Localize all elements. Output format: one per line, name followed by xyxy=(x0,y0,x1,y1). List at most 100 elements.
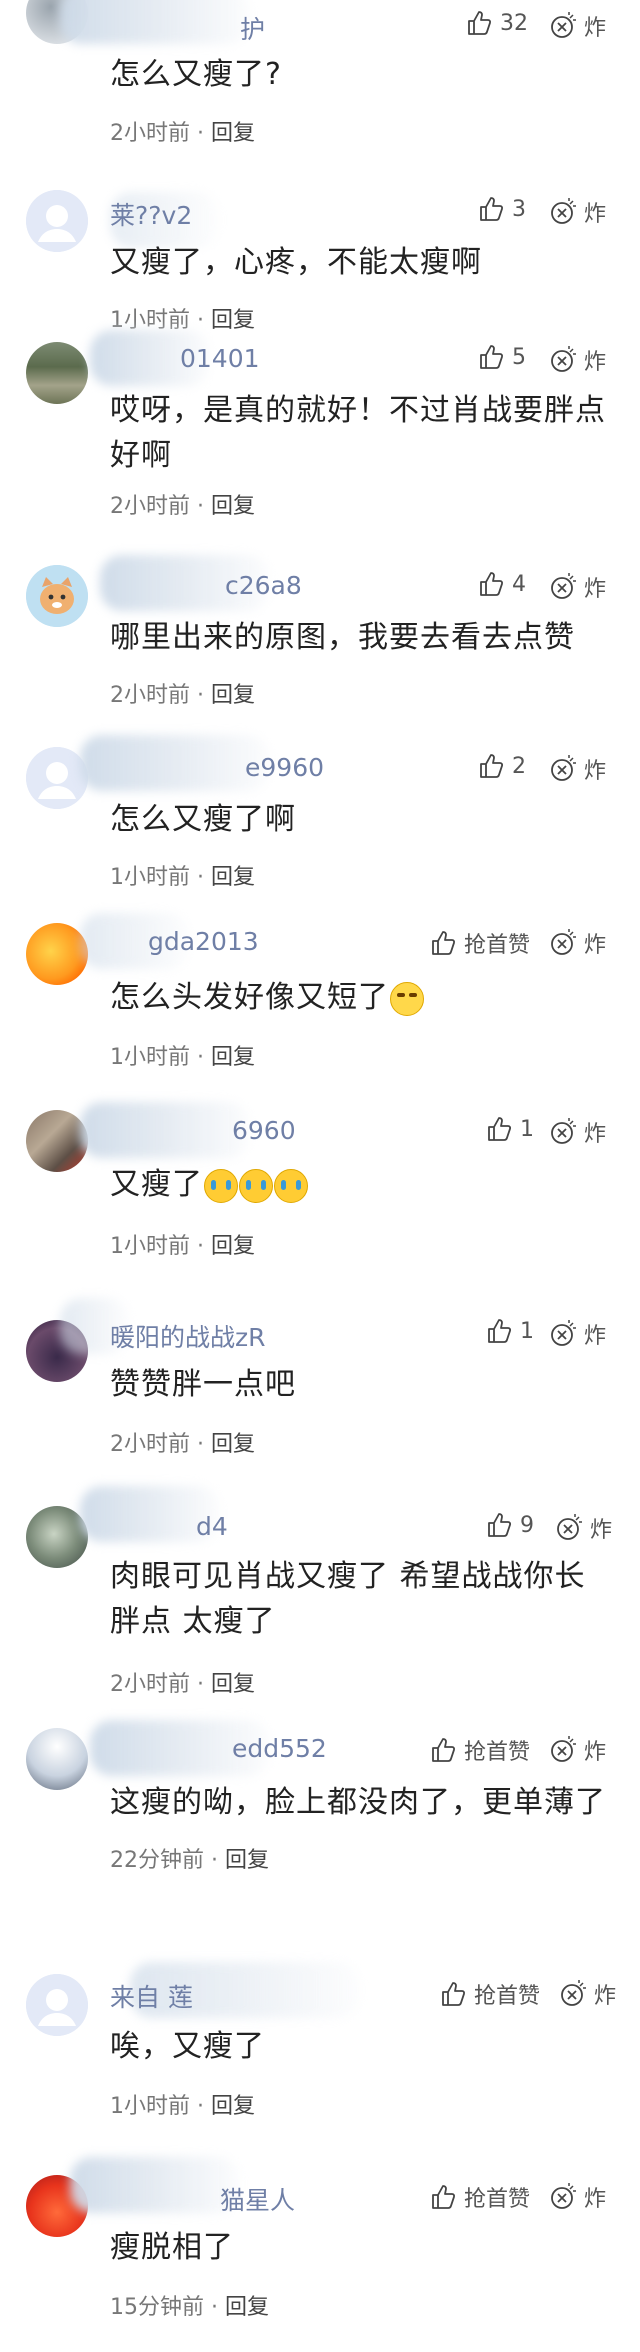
avatar[interactable] xyxy=(26,1110,88,1172)
zha-label: 炸 xyxy=(584,933,607,958)
crying-emoji-icon xyxy=(274,1168,308,1203)
zha-button[interactable]: 炸 xyxy=(550,571,606,603)
zha-button[interactable]: 炸 xyxy=(556,1512,612,1544)
username[interactable]: 01401 xyxy=(180,344,260,373)
bomb-icon xyxy=(551,1320,576,1346)
like-button[interactable]: 32 xyxy=(466,10,528,36)
like-label: 抢首赞 xyxy=(464,933,531,958)
like-button[interactable]: 3 xyxy=(478,196,526,222)
zha-button[interactable]: 炸 xyxy=(550,196,606,228)
comment-text: 又瘦了，心疼，不能太瘦啊 xyxy=(110,245,482,280)
zha-button[interactable]: 炸 xyxy=(550,927,606,959)
thumbs-up-icon xyxy=(432,1738,456,1762)
meta-separator: · xyxy=(204,2295,225,2320)
meta-separator: · xyxy=(190,121,211,146)
avatar[interactable] xyxy=(26,747,88,809)
username[interactable]: 暖阳的战战zR xyxy=(110,1318,266,1354)
avatar[interactable] xyxy=(26,1728,88,1790)
reply-button[interactable]: 回复 xyxy=(211,1432,255,1457)
reply-button[interactable]: 回复 xyxy=(211,865,255,890)
like-button[interactable]: 5 xyxy=(478,344,526,370)
avatar[interactable] xyxy=(26,342,88,404)
avatar[interactable] xyxy=(26,923,88,985)
zha-label: 炸 xyxy=(584,16,607,41)
comment-meta: 2小时前 · 回复 xyxy=(110,1426,255,1458)
reply-button[interactable]: 回复 xyxy=(225,2295,269,2320)
username[interactable]: 来自 莲 xyxy=(110,1978,193,2014)
like-button[interactable]: 抢首赞 xyxy=(430,2181,530,2213)
zha-button[interactable]: 炸 xyxy=(550,2181,606,2213)
like-button[interactable]: 1 xyxy=(486,1116,534,1142)
bomb-icon xyxy=(551,12,576,38)
comment-item: 护 32 炸 怎么又瘦了? 2小时前 · 回复 xyxy=(0,0,640,146)
default-avatar-icon xyxy=(26,747,88,809)
username[interactable]: 莱??v2 xyxy=(110,196,192,232)
avatar[interactable] xyxy=(26,190,88,252)
reply-button[interactable]: 回复 xyxy=(211,2094,255,2119)
username[interactable]: 护 xyxy=(240,10,265,46)
comment-text: 哎呀，是真的就好！不过肖战要胖点好啊 xyxy=(110,393,606,473)
reply-button[interactable]: 回复 xyxy=(211,1234,255,1259)
reply-button[interactable]: 回复 xyxy=(225,1848,269,1873)
reply-button[interactable]: 回复 xyxy=(211,683,255,708)
username[interactable]: d4 xyxy=(196,1512,228,1541)
thumbs-up-icon xyxy=(480,572,504,596)
zha-button[interactable]: 炸 xyxy=(550,10,606,42)
zha-button[interactable]: 炸 xyxy=(550,1734,606,1766)
comment-text: 瘦脱相了 xyxy=(110,2230,234,2265)
avatar[interactable] xyxy=(26,1506,88,1568)
meta-separator: · xyxy=(190,1672,211,1697)
username[interactable]: 6960 xyxy=(232,1116,296,1145)
avatar[interactable] xyxy=(26,1974,88,2036)
reply-button[interactable]: 回复 xyxy=(211,1672,255,1697)
smile-emoji-icon xyxy=(390,981,424,1016)
zha-label: 炸 xyxy=(584,1324,607,1349)
username[interactable]: edd552 xyxy=(232,1734,327,1763)
like-button[interactable]: 抢首赞 xyxy=(430,927,530,959)
avatar[interactable] xyxy=(26,565,88,627)
bomb-icon xyxy=(551,1736,576,1762)
username-blur xyxy=(80,1102,250,1158)
zha-label: 炸 xyxy=(584,2187,607,2212)
zha-button[interactable]: 炸 xyxy=(550,344,606,376)
reply-button[interactable]: 回复 xyxy=(211,494,255,519)
comment-text: 这瘦的呦，脸上都没肉了，更单薄了 xyxy=(110,1785,606,1820)
comment-item: gda2013 抢首赞 炸 怎么头发好像又短了 1小时前 · 回复 xyxy=(0,913,640,1100)
username[interactable]: gda2013 xyxy=(148,927,259,956)
comment-meta: 2小时前 · 回复 xyxy=(110,1666,255,1698)
bomb-icon xyxy=(551,929,576,955)
zha-button[interactable]: 炸 xyxy=(550,753,606,785)
like-button[interactable]: 9 xyxy=(486,1512,534,1538)
like-label: 抢首赞 xyxy=(464,1740,531,1765)
comment-time: 2小时前 xyxy=(110,683,190,708)
reply-button[interactable]: 回复 xyxy=(211,1045,255,1070)
thumbs-up-icon xyxy=(432,2185,456,2209)
comment-text: 怎么头发好像又短了 xyxy=(110,975,610,1020)
reply-button[interactable]: 回复 xyxy=(211,308,255,333)
like-button[interactable]: 4 xyxy=(478,571,526,597)
zha-button[interactable]: 炸 xyxy=(550,1116,606,1148)
meta-separator: · xyxy=(190,2094,211,2119)
comment-text-content: 又瘦了 xyxy=(110,1167,203,1202)
like-button[interactable]: 1 xyxy=(486,1318,534,1344)
zha-button[interactable]: 炸 xyxy=(550,1318,606,1350)
like-button[interactable]: 抢首赞 xyxy=(430,1734,530,1766)
comment-time: 1小时前 xyxy=(110,2094,190,2119)
comment-text: 怎么又瘦了? xyxy=(110,57,282,92)
like-count: 1 xyxy=(520,1116,534,1142)
meta-separator: · xyxy=(190,1045,211,1070)
bomb-icon xyxy=(551,346,576,372)
zha-label: 炸 xyxy=(584,1740,607,1765)
like-button[interactable]: 抢首赞 xyxy=(440,1978,540,2010)
reply-button[interactable]: 回复 xyxy=(211,121,255,146)
zha-button[interactable]: 炸 xyxy=(560,1978,616,2010)
comment-meta: 1小时前 · 回复 xyxy=(110,859,255,891)
like-count: 1 xyxy=(520,1318,534,1344)
comment-time: 2小时前 xyxy=(110,494,190,519)
username[interactable]: c26a8 xyxy=(225,571,302,600)
meta-separator: · xyxy=(190,1432,211,1457)
like-button[interactable]: 2 xyxy=(478,753,526,779)
username[interactable]: e9960 xyxy=(245,753,324,782)
username[interactable]: 猫星人 xyxy=(220,2181,295,2217)
zha-label: 炸 xyxy=(590,1518,613,1543)
